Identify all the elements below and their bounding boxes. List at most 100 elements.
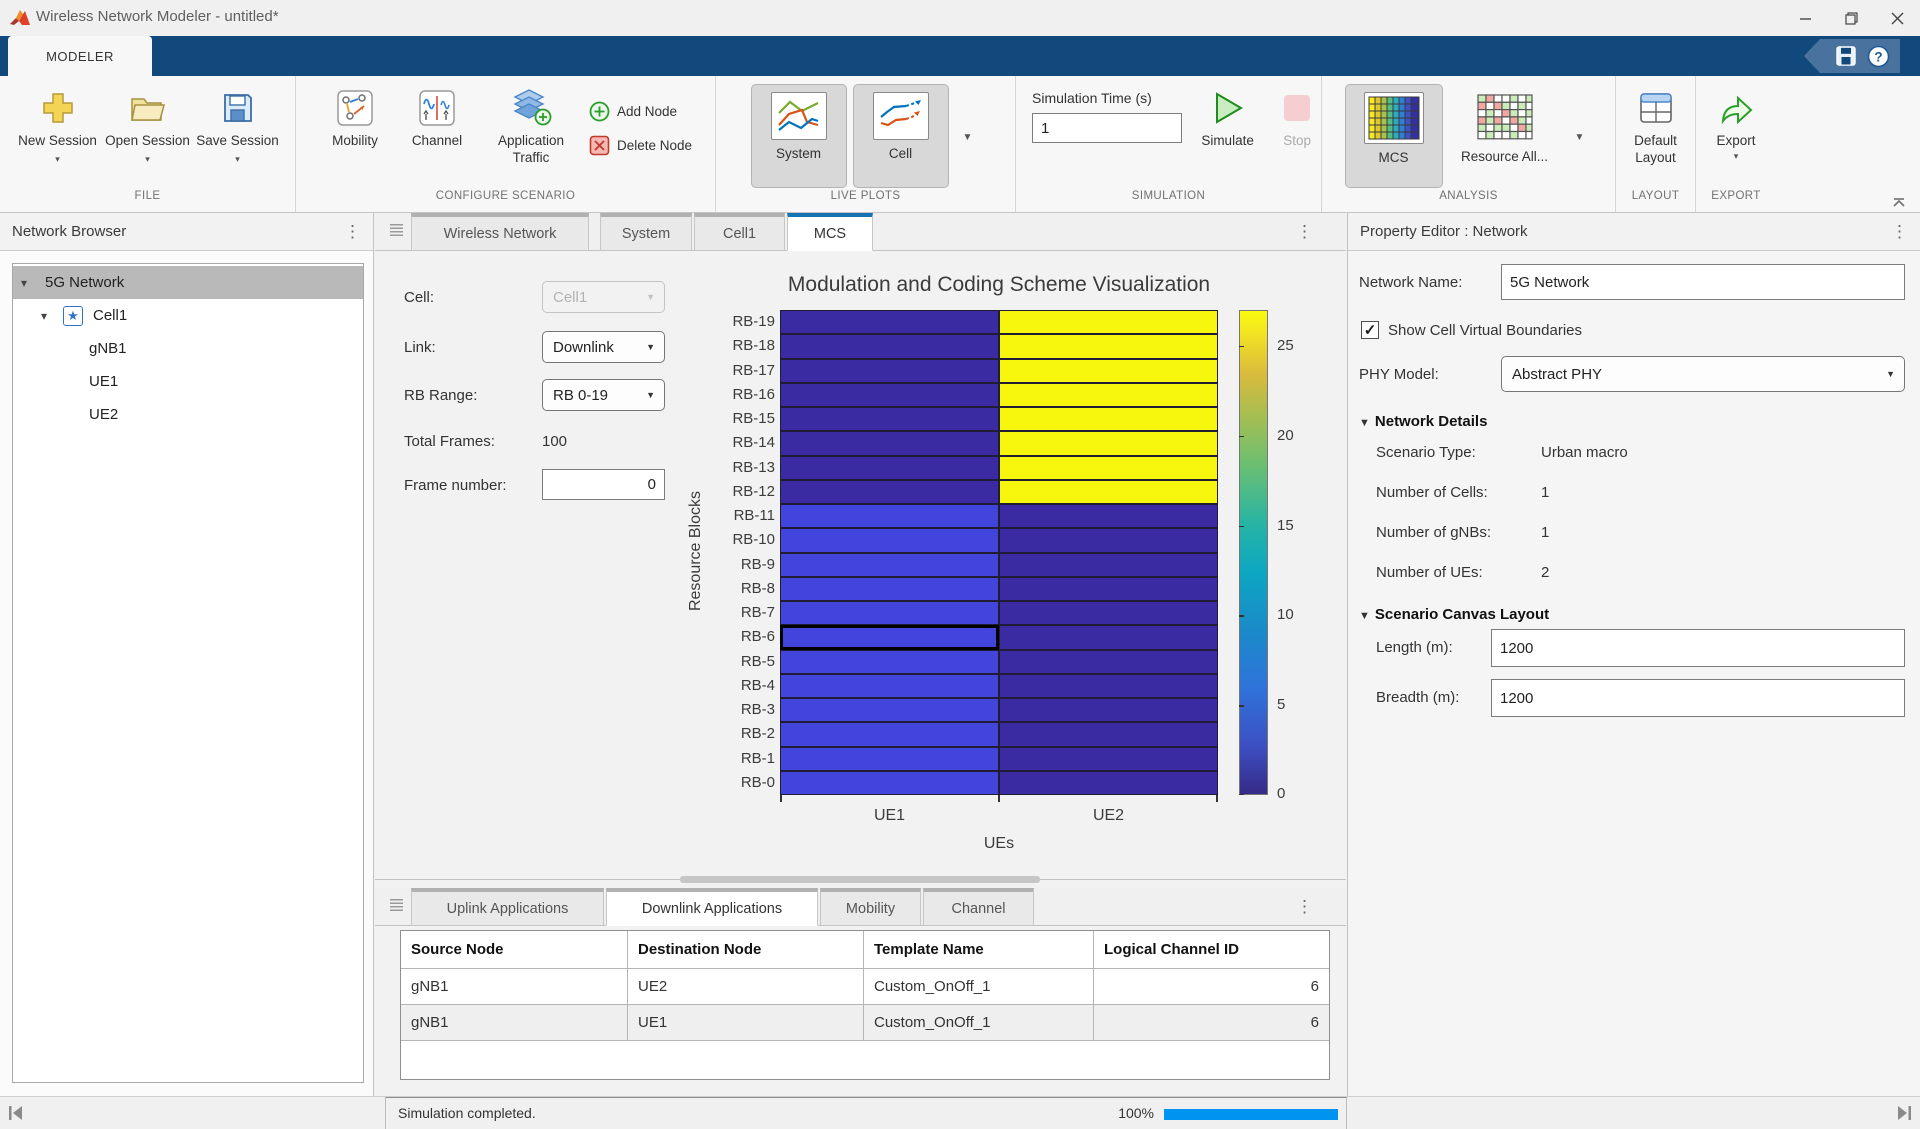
scenario-canvas-layout-section[interactable]: ▼Scenario Canvas Layout (1359, 606, 1549, 623)
tab-modeler[interactable]: MODELER (8, 36, 152, 76)
mcs-cell[interactable] (780, 674, 999, 698)
mcs-cell[interactable] (999, 431, 1218, 455)
maximize-button[interactable] (1828, 0, 1874, 36)
application-traffic-button[interactable]: Application Traffic (483, 84, 579, 166)
tab-wireless-network[interactable]: Wireless Network (411, 213, 589, 251)
column-header[interactable]: Logical Channel ID (1094, 931, 1329, 969)
mcs-cell[interactable] (780, 553, 999, 577)
mcs-cell[interactable] (780, 504, 999, 528)
panel-menu-icon[interactable]: ⋮ (1296, 223, 1313, 240)
caret-down-icon[interactable]: ▾ (41, 309, 55, 323)
mcs-cell[interactable] (780, 334, 999, 358)
mcs-cell[interactable] (999, 334, 1218, 358)
mcs-cell[interactable] (780, 359, 999, 383)
mobility-button[interactable]: Mobility (319, 84, 391, 149)
mcs-cell[interactable] (780, 722, 999, 746)
analysis-gallery-arrow[interactable]: ▼ (1567, 84, 1593, 143)
tree-item-ue1[interactable]: UE1 (13, 365, 363, 398)
mcs-cell[interactable] (999, 480, 1218, 504)
tree-item-5g-network[interactable]: ▾ 5G Network (13, 266, 363, 299)
tab-cell1[interactable]: Cell1 (694, 213, 785, 251)
cell-template-name[interactable]: Custom_OnOff_1 (864, 1005, 1094, 1041)
mcs-cell[interactable] (780, 601, 999, 625)
mcs-cell[interactable] (999, 407, 1218, 431)
cell-destination-node[interactable]: UE2 (628, 969, 864, 1005)
minimize-button[interactable] (1782, 0, 1828, 36)
mcs-cell[interactable] (780, 480, 999, 504)
mcs-cell[interactable] (780, 456, 999, 480)
close-button[interactable] (1874, 0, 1920, 36)
cell-source-node[interactable]: gNB1 (401, 1005, 628, 1041)
frame-number-input[interactable] (542, 469, 665, 500)
delete-node-button[interactable]: Delete Node (589, 132, 692, 158)
system-plot-toggle[interactable]: System (751, 84, 847, 188)
tree-item-ue2[interactable]: UE2 (13, 398, 363, 431)
column-header[interactable]: Template Name (864, 931, 1094, 969)
rb-range-dropdown[interactable]: RB 0-19▼ (542, 379, 665, 411)
tab-downlink-applications[interactable]: Downlink Applications (606, 888, 818, 926)
mcs-cell[interactable] (999, 310, 1218, 334)
panel-menu-icon[interactable]: ⋮ (1296, 898, 1313, 915)
help-icon[interactable]: ? (1867, 45, 1890, 68)
link-select-dropdown[interactable]: Downlink▼ (542, 331, 665, 363)
panel-menu-icon[interactable]: ⋮ (1891, 223, 1908, 240)
tab-uplink-applications[interactable]: Uplink Applications (411, 888, 604, 926)
mcs-cell[interactable] (999, 383, 1218, 407)
quick-save-icon[interactable] (1835, 45, 1857, 67)
collapse-left-panel-icon[interactable] (8, 1105, 24, 1121)
mcs-cell[interactable] (999, 771, 1218, 795)
cell-plot-toggle[interactable]: Cell (853, 84, 949, 188)
drag-handle-icon[interactable] (390, 224, 403, 236)
breadth-input[interactable] (1491, 679, 1905, 717)
simulate-button[interactable]: Simulate (1196, 84, 1259, 149)
cell-logical-channel-id[interactable]: 6 (1094, 1005, 1329, 1041)
network-details-section[interactable]: ▼Network Details (1359, 413, 1487, 430)
drag-handle-icon[interactable] (390, 899, 403, 911)
mcs-cell[interactable] (780, 431, 999, 455)
save-session-button[interactable]: Save Session ▾ (195, 84, 281, 168)
mcs-cell[interactable] (780, 625, 999, 649)
cell-logical-channel-id[interactable]: 6 (1094, 969, 1329, 1005)
tab-channel[interactable]: Channel (923, 888, 1034, 926)
mcs-cell[interactable] (999, 601, 1218, 625)
caret-down-icon[interactable]: ▾ (21, 276, 35, 290)
channel-button[interactable]: Channel (401, 84, 473, 149)
cell-template-name[interactable]: Custom_OnOff_1 (864, 969, 1094, 1005)
mcs-cell[interactable] (780, 650, 999, 674)
mcs-toggle[interactable]: MCS (1345, 84, 1443, 188)
mcs-cell[interactable] (999, 504, 1218, 528)
mcs-cell[interactable] (999, 698, 1218, 722)
resource-allocation-button[interactable]: Resource All... (1447, 84, 1563, 188)
tree-item-gnb1[interactable]: gNB1 (13, 332, 363, 365)
mcs-cell[interactable] (999, 528, 1218, 552)
column-header[interactable]: Destination Node (628, 931, 864, 969)
table-row[interactable]: gNB1 UE1 Custom_OnOff_1 6 (401, 1005, 1329, 1041)
mcs-cell[interactable] (780, 577, 999, 601)
add-node-button[interactable]: Add Node (589, 98, 692, 124)
tab-mcs[interactable]: MCS (787, 213, 873, 251)
tab-system[interactable]: System (600, 213, 692, 251)
simulation-time-input[interactable] (1032, 113, 1182, 143)
mcs-cell[interactable] (999, 456, 1218, 480)
cell-destination-node[interactable]: UE1 (628, 1005, 864, 1041)
mcs-cell[interactable] (999, 553, 1218, 577)
mcs-cell[interactable] (999, 625, 1218, 649)
splitter-grip[interactable] (680, 876, 1040, 883)
collapse-ribbon-icon[interactable] (1892, 198, 1906, 208)
mcs-cell[interactable] (999, 747, 1218, 771)
mcs-cell[interactable] (780, 747, 999, 771)
mcs-cell[interactable] (780, 698, 999, 722)
mcs-cell[interactable] (780, 528, 999, 552)
panel-menu-icon[interactable]: ⋮ (344, 223, 361, 240)
open-session-button[interactable]: Open Session ▾ (105, 84, 191, 168)
phy-model-dropdown[interactable]: Abstract PHY▼ (1501, 356, 1905, 392)
cell-source-node[interactable]: gNB1 (401, 969, 628, 1005)
mcs-heatmap[interactable] (780, 310, 1218, 795)
mcs-cell[interactable] (999, 722, 1218, 746)
mcs-cell[interactable] (780, 310, 999, 334)
collapse-right-panel-icon[interactable] (1896, 1105, 1912, 1121)
mcs-cell[interactable] (999, 650, 1218, 674)
mcs-cell[interactable] (780, 383, 999, 407)
default-layout-button[interactable]: Default Layout (1618, 84, 1694, 166)
mcs-cell[interactable] (999, 674, 1218, 698)
